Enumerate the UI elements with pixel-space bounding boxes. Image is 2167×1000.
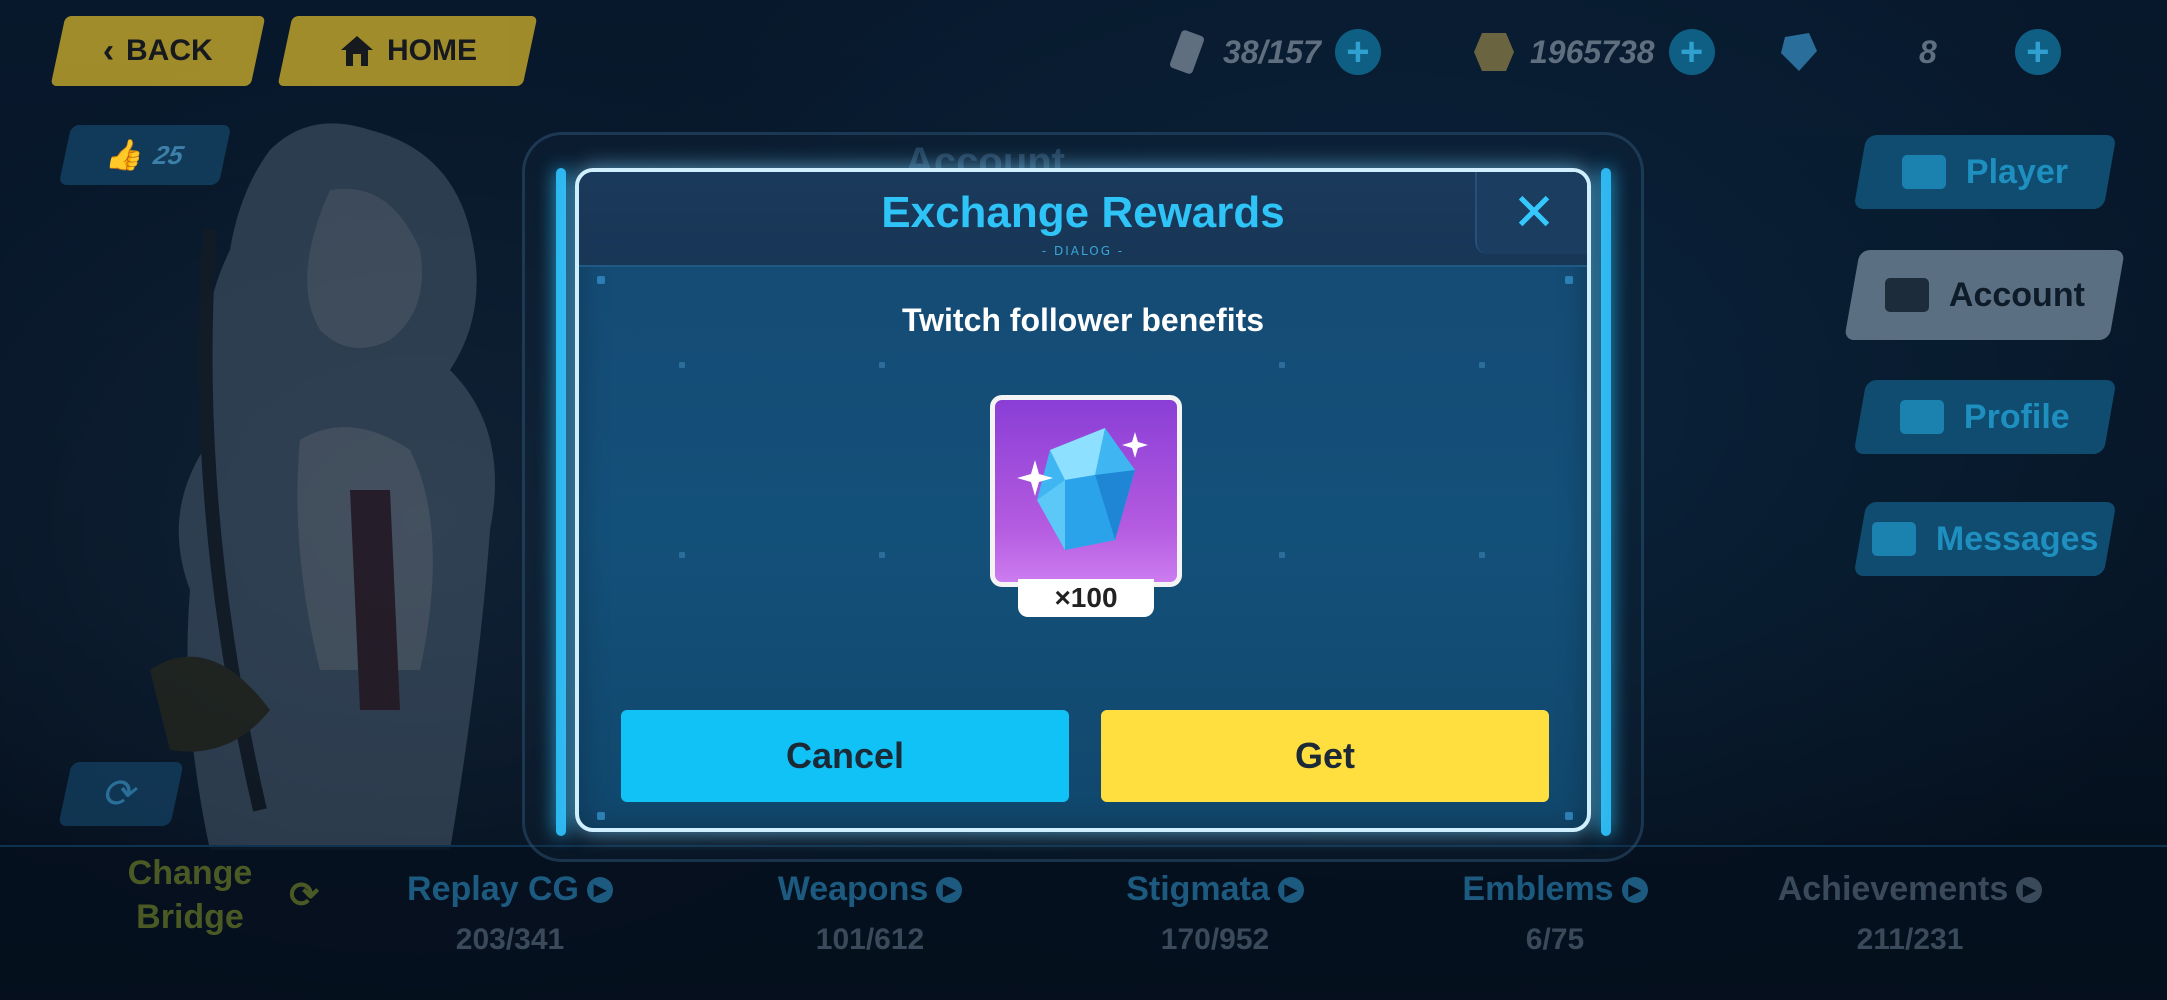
dialog-glow-left <box>556 168 566 836</box>
crystal-resource: 8 + <box>1775 22 2061 82</box>
like-count: 25 <box>151 139 187 170</box>
stat-stigmata[interactable]: Stigmata ▶ 170/952 <box>1100 870 1330 957</box>
reward-card <box>990 395 1182 587</box>
add-stamina-button[interactable]: + <box>1334 29 1381 75</box>
add-coin-button[interactable]: + <box>1668 29 1715 75</box>
tab-player[interactable]: Player <box>1853 135 2117 209</box>
player-card-icon <box>1901 155 1946 189</box>
close-icon: ✕ <box>1512 183 1556 243</box>
tab-messages[interactable]: Messages <box>1853 502 2117 576</box>
tab-profile-label: Profile <box>1964 397 2070 436</box>
grid-marker <box>1279 362 1285 368</box>
stat-weapons[interactable]: Weapons ▶ 101/612 <box>755 870 985 957</box>
list-icon <box>1871 522 1916 556</box>
arrow-right-icon: ▶ <box>1277 876 1304 903</box>
crystal-value: 8 <box>1919 33 1937 70</box>
change-bridge-label: Change Bridge <box>127 854 253 936</box>
reward-quantity: ×100 <box>1018 579 1154 617</box>
stat-replay-cg[interactable]: Replay CG ▶ 203/341 <box>395 870 625 957</box>
home-icon <box>340 36 373 66</box>
chevron-left-icon: ‹ <box>103 31 115 70</box>
refresh-icon: ⟳ <box>289 874 320 915</box>
stat-value: 101/612 <box>815 923 925 956</box>
dialog-title: Exchange Rewards <box>881 188 1285 237</box>
stat-label: Emblems <box>1462 870 1614 908</box>
stat-value: 211/231 <box>1856 923 1964 956</box>
change-bridge-button[interactable]: Change Bridge ⟳ <box>105 850 375 940</box>
coin-value: 1965738 <box>1530 33 1655 70</box>
stat-label: Stigmata <box>1126 870 1270 908</box>
tab-profile[interactable]: Profile <box>1853 380 2117 454</box>
back-label: BACK <box>126 34 213 67</box>
arrow-right-icon: ▶ <box>1621 876 1648 903</box>
grid-marker <box>1279 552 1285 558</box>
arrow-right-icon: ▶ <box>2016 876 2043 903</box>
coin-resource: 1965738 + <box>1470 22 1715 82</box>
grid-marker <box>879 362 885 368</box>
back-button[interactable]: ‹ BACK <box>50 16 266 86</box>
dialog-subtitle: - DIALOG - <box>1041 244 1125 258</box>
crystal-icon <box>1017 428 1148 550</box>
cancel-button[interactable]: Cancel <box>621 710 1069 802</box>
corner-marker <box>597 276 605 284</box>
grid-marker <box>1479 552 1485 558</box>
corner-marker <box>1565 276 1573 284</box>
stamina-value: 38/157 <box>1223 33 1321 70</box>
add-crystal-button[interactable]: + <box>2014 29 2061 75</box>
stat-value: 6/75 <box>1525 923 1585 956</box>
lock-icon <box>1884 278 1929 312</box>
close-button[interactable]: ✕ <box>1475 172 1587 254</box>
stat-label: Replay CG <box>407 870 579 908</box>
arrow-right-icon: ▶ <box>936 876 963 903</box>
home-label: HOME <box>386 34 477 67</box>
like-badge[interactable]: 👍 25 <box>58 125 232 185</box>
grid-marker <box>879 552 885 558</box>
grid-marker <box>679 552 685 558</box>
arrow-right-icon: ▶ <box>586 876 613 903</box>
tab-account[interactable]: Account <box>1844 250 2125 340</box>
stat-value: 203/341 <box>455 923 565 956</box>
refresh-button[interactable]: ⟳ <box>58 762 184 826</box>
corner-marker <box>597 812 605 820</box>
thumbs-up-icon: 👍 <box>103 138 148 172</box>
stat-achievements[interactable]: Achievements ▶ 211/231 <box>1760 870 2060 957</box>
reward-item[interactable]: ×100 <box>990 395 1182 617</box>
profile-icon <box>1900 400 1945 434</box>
tab-player-label: Player <box>1965 152 2069 191</box>
grid-marker <box>679 362 685 368</box>
crystal-icon <box>1781 33 1817 71</box>
tab-account-label: Account <box>1948 275 2085 314</box>
refresh-icon: ⟳ <box>99 771 143 817</box>
stamina-icon <box>1170 30 1204 74</box>
stat-label: Achievements <box>1777 870 2009 908</box>
get-button[interactable]: Get <box>1101 710 1549 802</box>
stat-label: Weapons <box>777 870 929 908</box>
stat-emblems[interactable]: Emblems ▶ 6/75 <box>1440 870 1670 957</box>
stat-value: 170/952 <box>1160 923 1270 956</box>
coin-icon <box>1474 33 1514 71</box>
home-button[interactable]: HOME <box>277 16 538 86</box>
tab-messages-label: Messages <box>1935 519 2099 558</box>
dialog-message: Twitch follower benefits <box>901 302 1265 338</box>
grid-marker <box>1479 362 1485 368</box>
exchange-rewards-dialog: Exchange Rewards - DIALOG - ✕ Twitch fol… <box>575 168 1591 832</box>
corner-marker <box>1565 812 1573 820</box>
stamina-resource: 38/157 + <box>1165 22 1381 82</box>
dialog-glow-right <box>1601 168 1611 836</box>
